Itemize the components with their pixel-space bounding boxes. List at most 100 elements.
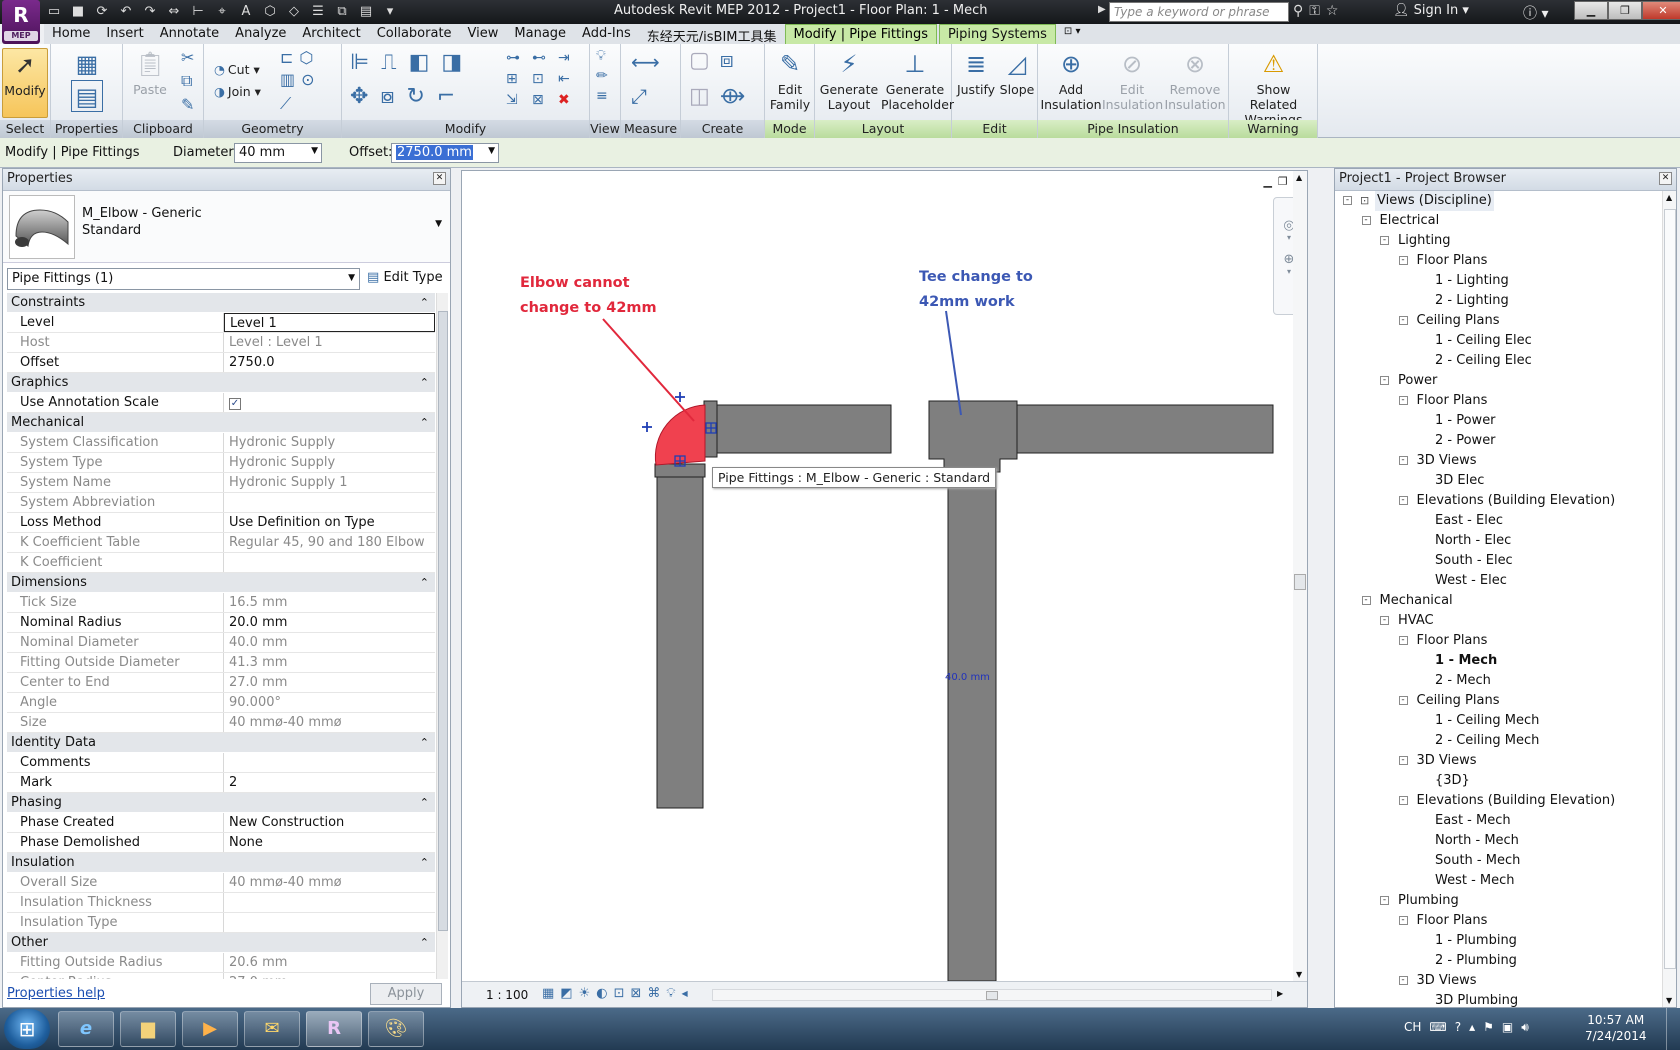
join-geometry-button[interactable]: ◑ Join ▾	[214, 84, 261, 99]
volume-icon[interactable]: 🔊︎	[1521, 1020, 1529, 1035]
show-crop-region-icon[interactable]: ⊠	[631, 986, 642, 1002]
collapse-icon[interactable]: ⌃	[420, 573, 429, 593]
collapse-toggle-icon[interactable]: -	[1398, 456, 1408, 465]
align-icon[interactable]: ⊫	[350, 50, 369, 75]
browser-node[interactable]: - Mechanical	[1335, 591, 1660, 611]
close-views-icon[interactable]: ⧉	[332, 3, 352, 21]
show-hidden-icons-icon[interactable]: ▴	[1469, 1020, 1475, 1035]
property-value[interactable]: 20.0 mm	[224, 613, 435, 632]
tab-insert[interactable]: Insert	[98, 24, 151, 44]
type-selector[interactable]: M_Elbow - Generic Standard ▼	[3, 191, 450, 263]
pipe-vertical-left[interactable]	[656, 476, 704, 809]
ime-icon[interactable]: ⌨	[1429, 1020, 1446, 1035]
search-input[interactable]: Type a keyword or phrase	[1109, 2, 1289, 22]
browser-node[interactable]: - Electrical	[1335, 211, 1660, 231]
pipe-vertical-right[interactable]	[947, 470, 997, 981]
measure-between-icon[interactable]: ⟷	[631, 50, 660, 74]
revit-taskbar-button[interactable]: R	[306, 1011, 362, 1047]
instance-filter-combo[interactable]: Pipe Fittings (1) ▼	[7, 268, 360, 290]
measure-icon[interactable]: ⇔	[164, 3, 184, 21]
properties-button[interactable]: ▤	[65, 80, 109, 114]
collapse-toggle-icon[interactable]: -	[1380, 376, 1389, 385]
move-icon[interactable]: ✥	[350, 84, 368, 109]
browser-node[interactable]: North - Elec	[1335, 531, 1660, 551]
browser-node[interactable]: West - Mech	[1335, 871, 1660, 891]
tab-annotate[interactable]: Annotate	[152, 24, 227, 44]
section-icon[interactable]: ◇	[284, 3, 304, 21]
reveal-hidden-icon[interactable]: 💡︎	[666, 986, 675, 1002]
add-insulation-button[interactable]: ⊕ Add Insulation	[1040, 48, 1102, 112]
mirror-pick-axis-icon[interactable]: ◧	[409, 50, 430, 75]
type-properties-button[interactable]: ▦	[65, 48, 109, 82]
property-value[interactable]	[224, 753, 435, 772]
property-group-header[interactable]: Dimensions ⌃	[7, 573, 435, 593]
browser-node[interactable]: - Ceiling Plans	[1335, 691, 1660, 711]
edit-family-button[interactable]: ✎ Edit Family	[767, 48, 813, 112]
copy-element-icon[interactable]: ⧇	[380, 84, 394, 109]
browser-node[interactable]: East - Mech	[1335, 811, 1660, 831]
floor-plan-view[interactable]: ▁ ❐ ✕	[461, 170, 1308, 1008]
scale-icon[interactable]: ⇲	[506, 92, 520, 108]
aligned-dimension-tool-icon[interactable]: ⤢	[631, 84, 647, 108]
array-icon[interactable]: ⊞	[506, 71, 520, 87]
remove-paint-icon[interactable]: ⊙	[301, 70, 314, 89]
collapse-icon[interactable]: ⌃	[420, 733, 429, 753]
create-assembly-icon[interactable]: ⟴	[720, 84, 745, 109]
collapse-icon[interactable]: ⌃	[420, 373, 429, 393]
star-icon[interactable]: ☆	[1326, 3, 1339, 19]
scroll-down-icon[interactable]: ▼	[1296, 970, 1302, 979]
collapse-icon[interactable]: ⌃	[420, 293, 429, 313]
browser-node[interactable]: 2 - Ceiling Elec	[1335, 351, 1660, 371]
view-vertical-scrollbar[interactable]: ▲ ▼	[1293, 171, 1307, 981]
collapse-toggle-icon[interactable]: -	[1380, 616, 1389, 625]
modify-button[interactable]: ➚ Modify	[2, 48, 48, 118]
scroll-left-icon[interactable]: ◀	[682, 986, 688, 1002]
browser-node[interactable]: West - Elec	[1335, 571, 1660, 591]
project-browser-scrollbar[interactable]: ▲ ▼	[1662, 191, 1676, 1007]
offset-combo[interactable]: 2750.0 mm ▼	[391, 143, 499, 163]
sync-icon[interactable]: ⟳	[92, 3, 112, 21]
browser-node[interactable]: 1 - Lighting	[1335, 271, 1660, 291]
collapse-icon[interactable]: ⌃	[420, 933, 429, 953]
tab-collaborate[interactable]: Collaborate	[369, 24, 460, 44]
trim-single-icon[interactable]: ⇤	[558, 71, 570, 87]
property-group-header[interactable]: Identity Data ⌃	[7, 733, 435, 753]
pin-icon[interactable]: ⊡	[532, 71, 546, 87]
redo-icon[interactable]: ↷	[140, 3, 160, 21]
property-value[interactable]: None	[224, 833, 435, 852]
rotate-icon[interactable]: ↻	[406, 84, 424, 109]
pipe-horizontal-top[interactable]	[714, 404, 892, 454]
browser-node[interactable]: South - Mech	[1335, 851, 1660, 871]
restore-button[interactable]: ❐	[1608, 1, 1642, 20]
collapse-toggle-icon[interactable]: -	[1343, 196, 1352, 205]
browser-node[interactable]: 1 - Plumbing	[1335, 931, 1660, 951]
property-value[interactable]: 2750.0	[224, 353, 435, 372]
browser-node[interactable]: South - Elec	[1335, 551, 1660, 571]
tab-home[interactable]: Home	[44, 24, 98, 44]
property-value[interactable]: New Construction	[224, 813, 435, 832]
copy-icon[interactable]: ⧉	[181, 71, 194, 91]
properties-scroll-thumb[interactable]	[438, 311, 448, 931]
property-value[interactable]: Use Definition on Type	[224, 513, 435, 532]
browser-node[interactable]: - Floor Plans	[1335, 631, 1660, 651]
text-icon[interactable]: A	[236, 3, 256, 21]
create-parts-icon[interactable]: ◫	[689, 84, 710, 109]
crop-view-icon[interactable]: ⊡	[614, 986, 625, 1002]
aligned-dimension-icon[interactable]: ⊢	[188, 3, 208, 21]
collapse-toggle-icon[interactable]: -	[1398, 916, 1408, 925]
visual-style-icon[interactable]: ◩	[560, 986, 572, 1002]
input-language[interactable]: CH	[1404, 1020, 1421, 1035]
sun-path-icon[interactable]: ☀	[579, 986, 591, 1002]
paste-button[interactable]: 📋︎ Paste	[129, 48, 171, 97]
tab-isbim-tools[interactable]: 东经天元/isBIM工具集	[639, 24, 785, 45]
scroll-right-icon[interactable]: ▶	[1277, 989, 1283, 998]
customize-qat-icon[interactable]: ▾	[380, 3, 400, 21]
demolish-icon[interactable]: ⟋	[280, 94, 291, 114]
close-button[interactable]: ✕	[1642, 1, 1680, 20]
scroll-up-icon[interactable]: ▲	[1666, 193, 1672, 202]
justify-button[interactable]: ≣ Justify	[954, 48, 998, 97]
temporary-hide-icon[interactable]: ⌘	[647, 986, 660, 1002]
show-desktop-button[interactable]	[1666, 1008, 1680, 1050]
edit-insulation-button[interactable]: ⊘ Edit Insulation	[1102, 48, 1163, 112]
slope-button[interactable]: ◿ Slope	[998, 48, 1036, 97]
